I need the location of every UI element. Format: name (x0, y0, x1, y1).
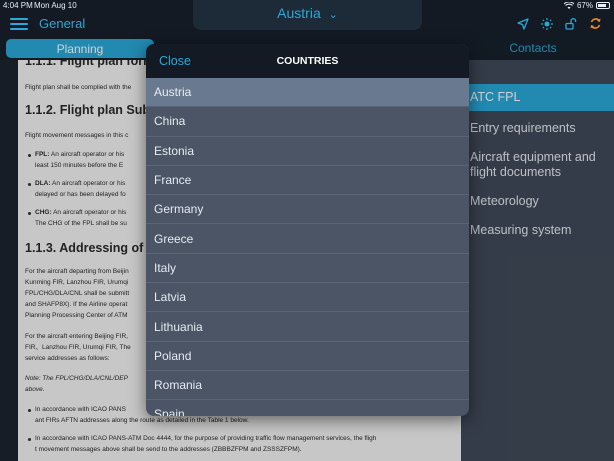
location-arrow-icon[interactable] (517, 17, 529, 30)
chevron-down-icon: ⌄ (328, 9, 338, 21)
country-item-germany[interactable]: Germany (146, 195, 469, 225)
country-item-lithuania[interactable]: Lithuania (146, 312, 469, 342)
popup-header: Close COUNTRIES (146, 44, 469, 78)
country-item-italy[interactable]: Italy (146, 254, 469, 284)
country-item-spain[interactable]: Spain (146, 400, 469, 416)
sync-icon[interactable] (589, 17, 602, 30)
lock-open-icon[interactable] (565, 17, 577, 30)
country-item-romania[interactable]: Romania (146, 371, 469, 401)
country-item-greece[interactable]: Greece (146, 224, 469, 254)
battery-percent: 67% (576, 1, 593, 10)
section-title[interactable]: General (39, 16, 85, 31)
country-item-estonia[interactable]: Estonia (146, 137, 469, 166)
popup-title: COUNTRIES (276, 55, 339, 67)
wifi-icon (563, 1, 574, 9)
countries-popup: Close COUNTRIES Austria China Estonia Fr… (146, 44, 469, 416)
country-list[interactable]: Austria China Estonia France Germany Gre… (146, 78, 469, 416)
country-selector-label: Austria (277, 5, 321, 21)
country-item-poland[interactable]: Poland (146, 342, 469, 371)
status-time: 4:04 PM (3, 1, 33, 10)
battery-icon (596, 2, 610, 9)
brightness-icon[interactable] (541, 17, 553, 30)
country-item-china[interactable]: China (146, 107, 469, 137)
country-item-latvia[interactable]: Latvia (146, 283, 469, 313)
menu-icon[interactable] (10, 18, 28, 30)
country-selector[interactable]: Austria ⌄ (193, 0, 422, 30)
country-item-france[interactable]: France (146, 166, 469, 196)
country-item-austria[interactable]: Austria (146, 78, 469, 108)
status-date: Mon Aug 10 (34, 1, 77, 10)
